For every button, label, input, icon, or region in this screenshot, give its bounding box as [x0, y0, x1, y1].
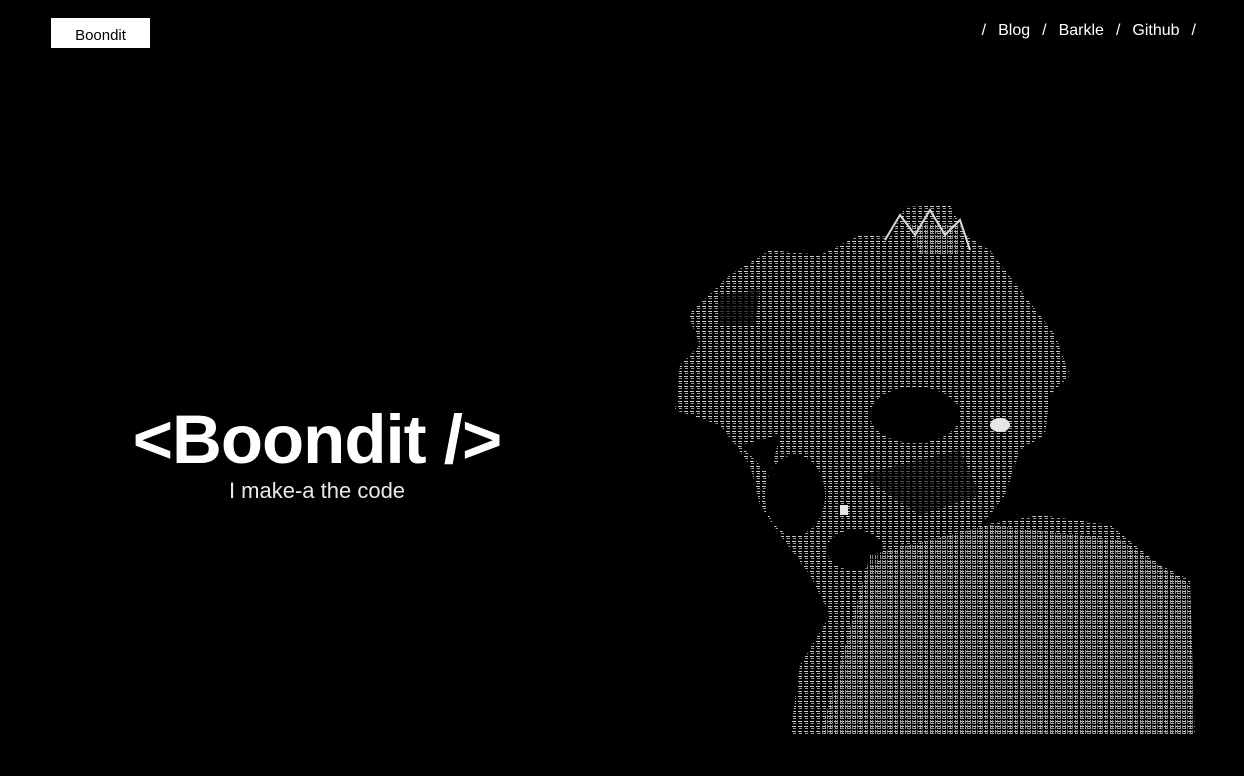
- nav-link-barkle[interactable]: Barkle: [1059, 22, 1104, 40]
- nav-link-blog[interactable]: Blog: [998, 22, 1030, 40]
- nav-separator: /: [1042, 22, 1047, 39]
- ascii-portrait-svg: [660, 195, 1220, 755]
- hero: <Boondit /> I make-a the code: [0, 405, 634, 504]
- nav-separator: /: [1191, 22, 1196, 39]
- hero-tagline: I make-a the code: [228, 478, 406, 503]
- hero-title: <Boondit />: [132, 401, 503, 478]
- logo-label: Boondit: [75, 26, 126, 44]
- nav-separator: /: [981, 22, 987, 39]
- ascii-portrait-image: [660, 195, 1220, 755]
- page: Boondit / Blog / Barkle / Github / <Boon…: [0, 0, 1244, 776]
- nav-link-github[interactable]: Github: [1132, 22, 1179, 40]
- nav-separator: /: [1115, 22, 1121, 39]
- top-nav: / Blog / Barkle / Github /: [970, 22, 1208, 40]
- logo-button[interactable]: Boondit: [51, 18, 150, 48]
